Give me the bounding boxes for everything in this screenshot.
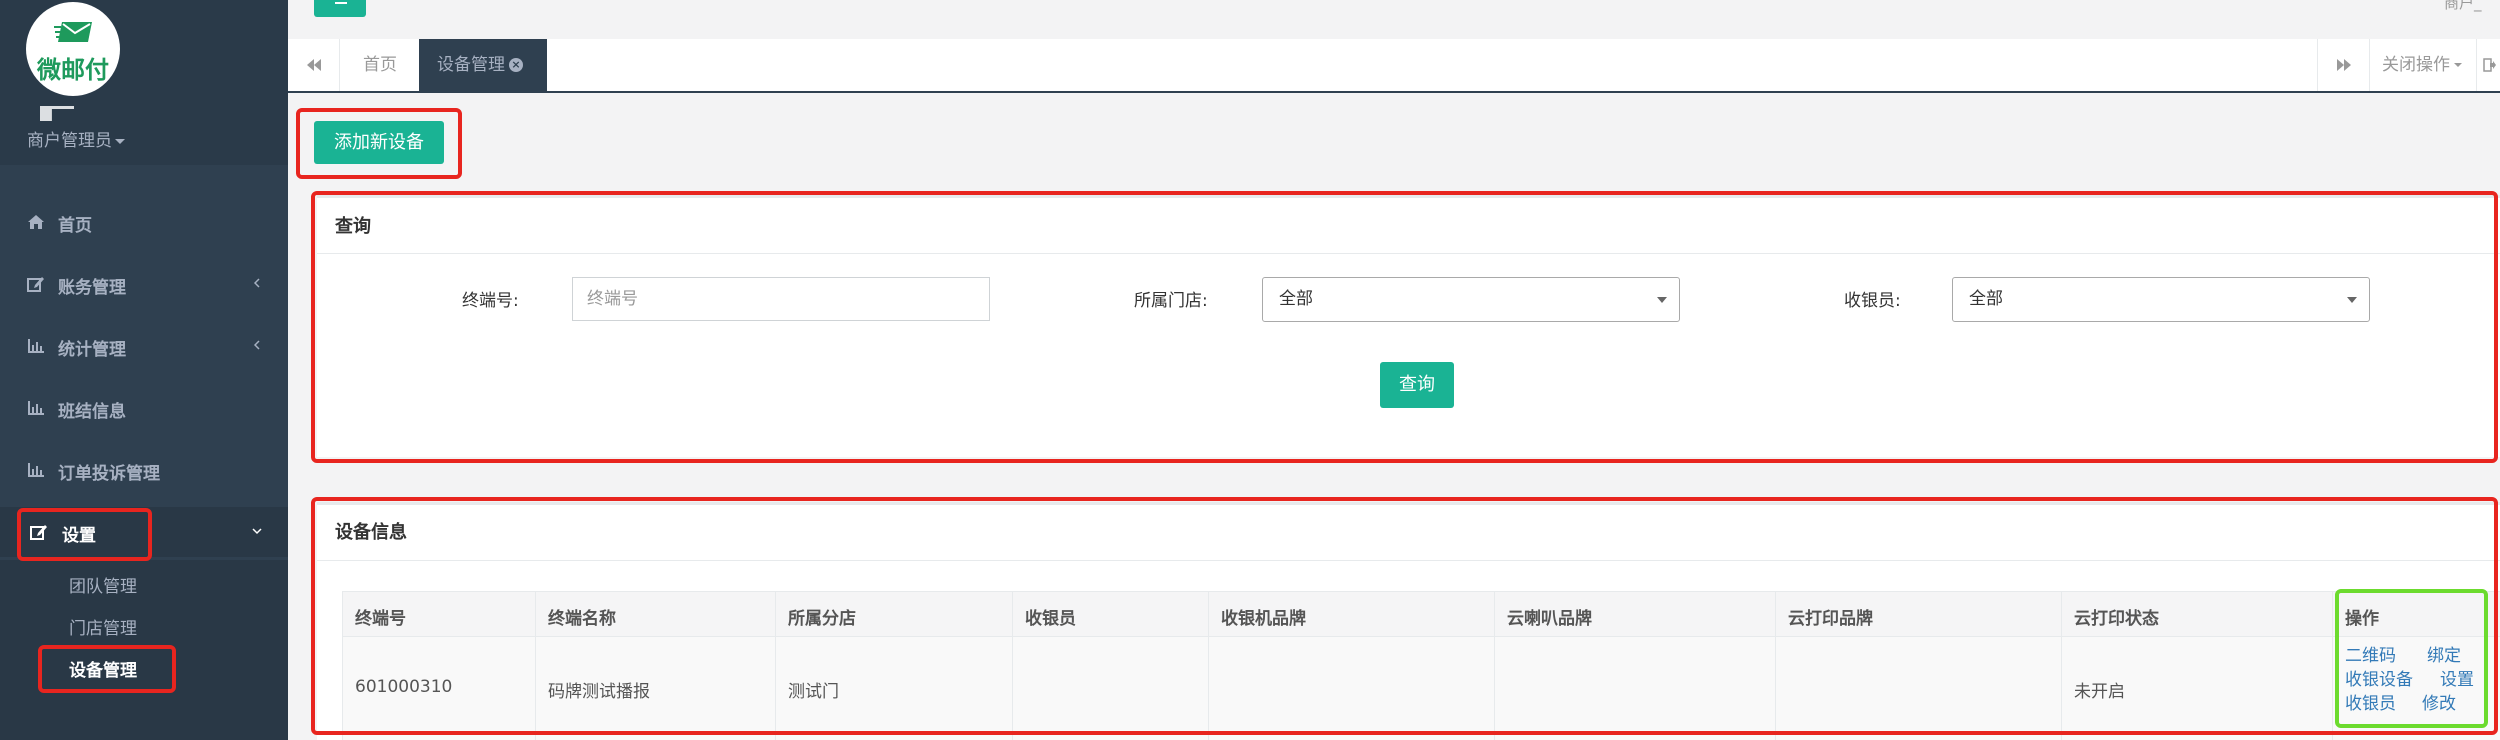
mail-icon: [54, 22, 92, 42]
user-role-label: 商户管理员: [27, 131, 112, 151]
sidebar: 微邮付 商户管理员 首页 账务管理 统计管理 班结信息 订单投诉管理 设置 团队…: [0, 0, 288, 740]
user-role-dropdown[interactable]: 商户管理员: [27, 126, 125, 151]
annotation-box-add-device: [296, 108, 462, 179]
bar-chart-icon: [28, 339, 44, 353]
sign-out-icon: [2483, 58, 2496, 72]
sidebar-subitem-team[interactable]: 团队管理: [69, 572, 137, 597]
caret-down-icon: [115, 138, 125, 144]
double-chevron-right-icon: [2337, 59, 2351, 71]
annotation-box-settings: [17, 508, 152, 561]
sidebar-header: 微邮付 商户管理员: [0, 0, 288, 165]
chevron-down-icon: [252, 528, 262, 535]
close-operations-dropdown[interactable]: 关闭操作: [2369, 39, 2476, 91]
bar-chart-icon: [28, 463, 44, 477]
edit-icon: [27, 277, 44, 292]
logo: 微邮付: [26, 2, 120, 96]
annotation-box-query: [311, 191, 2498, 463]
annotation-box-actions: [2335, 589, 2488, 728]
sidebar-item-label: 统计管理: [58, 340, 126, 360]
tabs-bar: 首页 设备管理 × 关闭操作: [288, 39, 2500, 93]
annotation-box-device-info: [311, 497, 2498, 735]
bar-chart-icon: [28, 401, 44, 415]
avatar: [40, 106, 74, 121]
sidebar-item-label: 首页: [58, 216, 92, 236]
sidebar-item-statistics[interactable]: 统计管理: [0, 321, 288, 371]
sidebar-item-label: 班结信息: [58, 402, 126, 422]
annotation-box-device-management: [38, 645, 176, 693]
caret-down-icon: [2454, 63, 2462, 67]
sidebar-item-shift-info[interactable]: 班结信息: [0, 383, 288, 433]
close-icon[interactable]: ×: [509, 58, 523, 72]
sidebar-item-label: 账务管理: [58, 278, 126, 298]
close-operations-label: 关闭操作: [2382, 55, 2450, 75]
chevron-left-icon: [253, 278, 260, 288]
tab-scroll-left-button[interactable]: [288, 39, 340, 91]
sidebar-item-accounts[interactable]: 账务管理: [0, 259, 288, 309]
tab-label: 设备管理: [437, 55, 505, 75]
sidebar-item-label: 订单投诉管理: [58, 464, 160, 484]
tab-home[interactable]: 首页: [340, 39, 420, 91]
tab-scroll-right-button[interactable]: [2317, 39, 2369, 91]
double-chevron-left-icon: [307, 59, 321, 71]
menu-toggle-button[interactable]: [314, 0, 366, 17]
logo-text: 微邮付: [37, 56, 109, 84]
sidebar-item-home[interactable]: 首页: [0, 197, 288, 247]
sidebar-item-complaints[interactable]: 订单投诉管理: [0, 445, 288, 495]
user-name: 商户_: [2444, 0, 2482, 12]
exit-button[interactable]: [2476, 39, 2500, 91]
chevron-left-icon: [253, 340, 260, 350]
home-icon: [28, 215, 44, 229]
sidebar-subitem-stores[interactable]: 门店管理: [69, 614, 137, 639]
tab-device-management[interactable]: 设备管理 ×: [419, 39, 547, 91]
menu-icon: [335, 2, 347, 4]
